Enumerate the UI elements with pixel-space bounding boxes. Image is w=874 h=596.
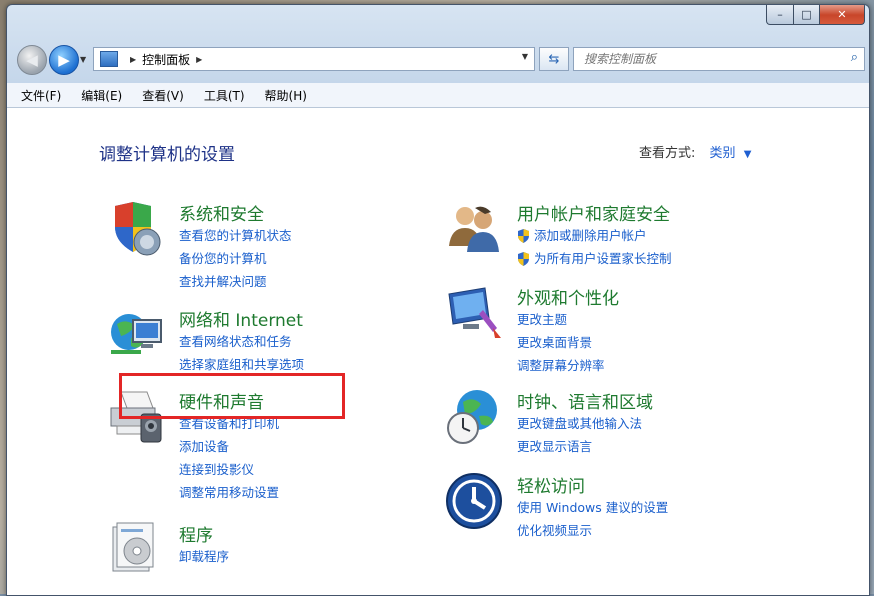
maximize-button[interactable]: □ — [794, 5, 820, 25]
minimize-button[interactable]: – — [766, 5, 794, 25]
uac-shield-icon — [518, 251, 529, 266]
view-by-dropdown[interactable]: 类别 — [710, 146, 736, 161]
shield-computer-icon — [115, 202, 161, 256]
forward-button[interactable]: ▶ — [49, 45, 79, 75]
link-change-theme[interactable]: 更改主题 — [517, 308, 605, 331]
control-panel-icon — [100, 51, 118, 67]
link-uninstall-program[interactable]: 卸载程序 — [179, 545, 229, 568]
link-change-display-language[interactable]: 更改显示语言 — [517, 435, 642, 458]
category-title[interactable]: 网络和 Internet — [179, 306, 303, 331]
users-icon — [449, 206, 499, 252]
breadcrumb-control-panel[interactable]: 控制面板 — [142, 51, 190, 68]
link-network-status[interactable]: 查看网络状态和任务 — [179, 330, 304, 353]
category-title[interactable]: 系统和安全 — [179, 200, 264, 225]
address-bar[interactable]: ▶ 控制面板 ▶ ▼ — [93, 47, 535, 71]
uac-shield-icon — [518, 228, 529, 243]
view-by-arrow-icon[interactable]: ▼ — [744, 149, 752, 160]
menu-tools[interactable]: 工具(T) — [204, 87, 245, 104]
menu-help[interactable]: 帮助(H) — [265, 87, 307, 104]
menu-file[interactable]: 文件(F) — [21, 87, 61, 104]
menu-edit[interactable]: 编辑(E) — [81, 87, 122, 104]
back-arrow-icon: ◀ — [26, 51, 38, 69]
control-panel-content: 调整计算机的设置 查看方式: 类别 ▼ 系统和安全 查看您的计算机状态 备份您的… — [7, 108, 869, 595]
view-by: 查看方式: 类别 ▼ — [639, 142, 751, 161]
network-globe-icon — [111, 314, 162, 354]
link-mobility-settings[interactable]: 调整常用移动设置 — [179, 481, 279, 504]
link-add-device[interactable]: 添加设备 — [179, 435, 279, 458]
link-windows-recommended-settings[interactable]: 使用 Windows 建议的设置 — [517, 496, 668, 519]
clock-globe-icon — [447, 390, 497, 444]
search-box[interactable]: ⌕ — [573, 47, 865, 71]
category-title[interactable]: 用户帐户和家庭安全 — [517, 200, 670, 225]
link-view-computer-status[interactable]: 查看您的计算机状态 — [179, 224, 292, 247]
breadcrumb-chevron-icon[interactable]: ▶ — [196, 55, 202, 64]
link-troubleshoot[interactable]: 查找并解决问题 — [179, 270, 292, 293]
monitor-brush-icon — [448, 287, 501, 338]
search-input[interactable] — [582, 48, 836, 70]
link-backup-computer[interactable]: 备份您的计算机 — [179, 247, 292, 270]
menu-view[interactable]: 查看(V) — [142, 87, 184, 104]
window-controls: – □ ✕ — [766, 5, 865, 25]
link-add-remove-users[interactable]: 添加或删除用户帐户 — [517, 224, 672, 247]
ease-of-access-icon — [446, 473, 502, 529]
control-panel-window: – □ ✕ ◀ ▶ ▼ ▶ 控制面板 ▶ ▼ ⇆ ⌕ 文件(F) 编辑(E) 查… — [6, 4, 870, 596]
close-button[interactable]: ✕ — [820, 5, 865, 25]
refresh-button[interactable]: ⇆ — [539, 47, 569, 71]
menu-bar: 文件(F) 编辑(E) 查看(V) 工具(T) 帮助(H) — [7, 83, 869, 108]
category-title[interactable]: 时钟、语言和区域 — [517, 388, 653, 413]
link-screen-resolution[interactable]: 调整屏幕分辨率 — [517, 354, 605, 377]
link-parental-controls[interactable]: 为所有用户设置家长控制 — [517, 247, 672, 270]
link-label[interactable]: 为所有用户设置家长控制 — [534, 247, 672, 270]
category-title[interactable]: 轻松访问 — [517, 472, 585, 497]
link-label[interactable]: 添加或删除用户帐户 — [534, 224, 647, 247]
recent-pages-dropdown[interactable]: ▼ — [80, 55, 86, 64]
forward-arrow-icon: ▶ — [58, 51, 70, 69]
programs-icon — [112, 522, 154, 572]
link-change-keyboard-input[interactable]: 更改键盘或其他输入法 — [517, 412, 642, 435]
refresh-icon: ⇆ — [548, 51, 560, 67]
highlight-box — [119, 373, 345, 419]
category-title[interactable]: 程序 — [179, 521, 213, 546]
link-optimize-visual-display[interactable]: 优化视频显示 — [517, 519, 668, 542]
address-dropdown-icon[interactable]: ▼ — [522, 52, 528, 61]
link-change-background[interactable]: 更改桌面背景 — [517, 331, 605, 354]
view-by-label: 查看方式: — [639, 146, 696, 161]
breadcrumb-chevron-icon[interactable]: ▶ — [130, 55, 136, 64]
category-title[interactable]: 外观和个性化 — [517, 284, 619, 309]
search-icon[interactable]: ⌕ — [851, 50, 858, 65]
address-row: ◀ ▶ ▼ ▶ 控制面板 ▶ ▼ ⇆ ⌕ — [7, 41, 869, 77]
link-connect-projector[interactable]: 连接到投影仪 — [179, 458, 279, 481]
page-title: 调整计算机的设置 — [99, 145, 235, 165]
back-button[interactable]: ◀ — [17, 45, 47, 75]
